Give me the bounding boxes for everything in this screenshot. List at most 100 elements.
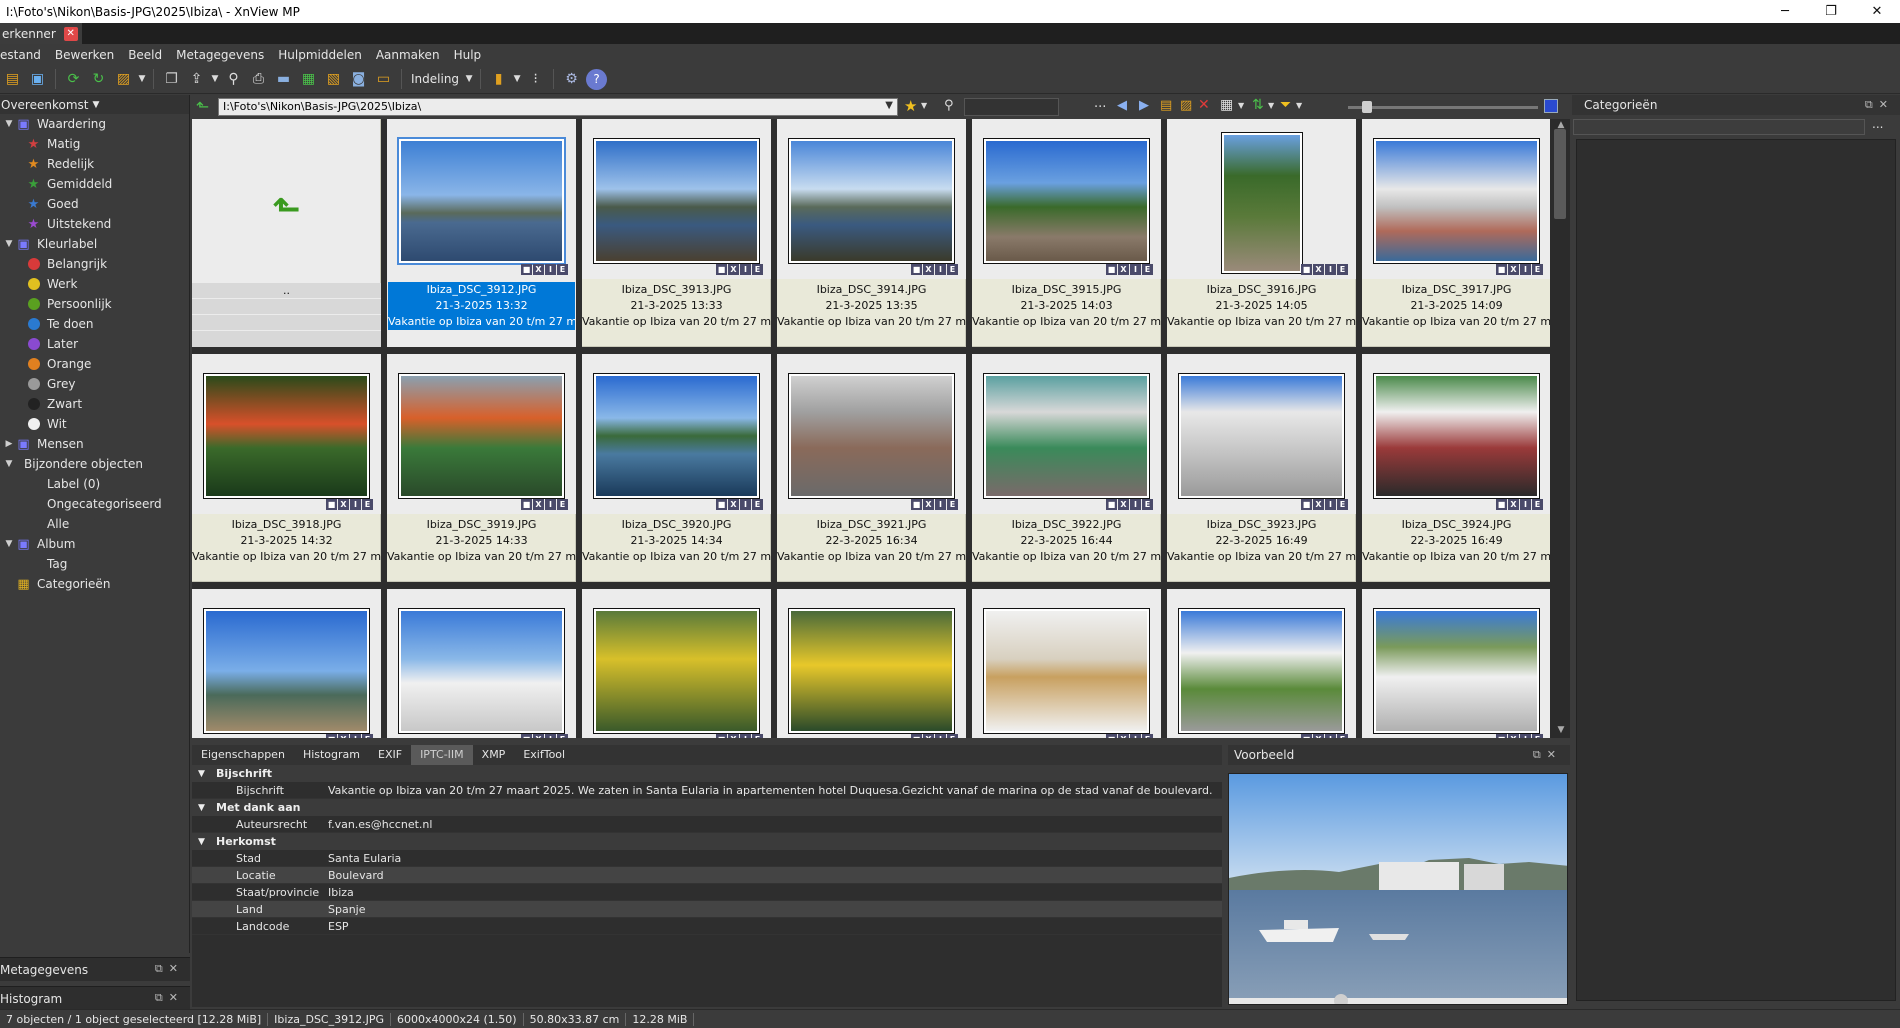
folder-icon[interactable]: ▤ bbox=[2, 69, 23, 90]
up-folder-icon[interactable]: ⬑ bbox=[196, 97, 209, 116]
thumbnail-item[interactable]: ■ X I E Ibiza_DSC_3914.JPG 21-3-2025 13:35 Vak… bbox=[777, 119, 966, 347]
thumbnail-item[interactable]: ■XIE bbox=[1167, 589, 1356, 738]
view-mode-icon[interactable]: ▦ bbox=[1220, 97, 1233, 113]
more-button[interactable]: ... bbox=[1094, 96, 1106, 111]
thumbnail-item[interactable]: ■XIE bbox=[387, 589, 576, 738]
thumbnail-item[interactable]: ■ X I E Ibiza_DSC_3913.JPG 21-3-2025 13:33 Vak… bbox=[582, 119, 771, 347]
tree-item[interactable]: Belangrijk bbox=[0, 254, 189, 274]
category-filter-input[interactable] bbox=[1573, 119, 1865, 135]
thumbnail-item[interactable]: ■ X I E Ibiza_DSC_3915.JPG 21-3-2025 14:03 Vak… bbox=[972, 119, 1161, 347]
filter-funnel-icon[interactable]: ⏷ bbox=[1280, 97, 1291, 113]
forward-icon[interactable]: ▶ bbox=[1139, 98, 1149, 113]
chevron-down-icon[interactable]: ▼ bbox=[198, 837, 216, 847]
slider-handle[interactable] bbox=[1362, 101, 1372, 113]
thumbnail-item[interactable]: ■XIE bbox=[1362, 589, 1550, 738]
menu-file[interactable]: estand bbox=[0, 48, 48, 62]
iptc-row[interactable]: Landcode ESP bbox=[192, 918, 1222, 935]
tab-properties[interactable]: Eigenschappen bbox=[192, 745, 294, 765]
chevron-down-icon[interactable]: ▼ bbox=[136, 69, 148, 90]
search-icon[interactable]: ⚲ bbox=[944, 98, 954, 113]
folder-icon[interactable]: ▤ bbox=[1160, 98, 1172, 113]
scroll-down-icon[interactable]: ▼ bbox=[1555, 725, 1567, 735]
menu-help[interactable]: Hulp bbox=[447, 48, 489, 62]
chevron-down-icon[interactable]: ▼ bbox=[463, 69, 475, 90]
tree-item[interactable]: Zwart bbox=[0, 394, 189, 414]
bookmark-icon[interactable]: ▮ bbox=[488, 69, 509, 90]
path-input[interactable]: I:\Foto's\Nikon\Basis-JPG\2025\Ibiza\ ▼ bbox=[218, 98, 898, 116]
thumbnail-item[interactable]: ■ X I E Ibiza_DSC_3924.JPG 22-3-2025 16:49 Vak… bbox=[1362, 354, 1550, 582]
tree-item[interactable]: ▦ Categorieën bbox=[0, 574, 189, 594]
iptc-section[interactable]: ▼ Met dank aan bbox=[192, 799, 1222, 816]
tab-exif[interactable]: EXIF bbox=[369, 745, 411, 765]
tab-iptc[interactable]: IPTC-IIM bbox=[411, 745, 473, 765]
thumbnail-item[interactable]: ■ X I E Ibiza_DSC_3920.JPG 21-3-2025 14:34 Vak… bbox=[582, 354, 771, 582]
dock-tools-icon[interactable]: ⧉✕ bbox=[155, 991, 184, 1005]
thumbnail-item[interactable]: ■ X I E Ibiza_DSC_3918.JPG 21-3-2025 14:32 Vak… bbox=[192, 354, 381, 582]
help-icon[interactable]: ? bbox=[586, 68, 608, 90]
move-icon[interactable]: ⇪ bbox=[186, 69, 207, 90]
close-window-button[interactable]: ✕ bbox=[1854, 0, 1900, 23]
tab-xmp[interactable]: XMP bbox=[473, 745, 515, 765]
copy-icon[interactable]: ❐ bbox=[161, 69, 182, 90]
scrollbar-thumb[interactable] bbox=[1554, 129, 1566, 219]
slideshow-icon[interactable]: ▭ bbox=[373, 69, 394, 90]
rotate-icon[interactable]: ↻ bbox=[88, 69, 109, 90]
tree-item[interactable]: Grey bbox=[0, 374, 189, 394]
tree-item[interactable]: Te doen bbox=[0, 314, 189, 334]
tab-close-icon[interactable]: ✕ bbox=[63, 26, 78, 41]
category-menu-button[interactable]: ... bbox=[1872, 117, 1883, 131]
panels-icon[interactable]: ⁝ bbox=[525, 69, 546, 90]
chevron-down-icon[interactable]: ▼ bbox=[921, 101, 927, 110]
capture-icon[interactable]: ◙ bbox=[348, 69, 369, 90]
chevron-down-icon[interactable]: ▼ bbox=[2, 539, 16, 549]
thumbnail-item[interactable]: ■ X I E Ibiza_DSC_3923.JPG 22-3-2025 16:49 Vak… bbox=[1167, 354, 1356, 582]
tree-item[interactable]: ★ Matig bbox=[0, 134, 189, 154]
scan-icon[interactable]: ▬ bbox=[273, 69, 294, 90]
batch-icon[interactable]: ▧ bbox=[323, 69, 344, 90]
chevron-down-icon[interactable]: ▼ bbox=[198, 769, 216, 779]
tree-item[interactable]: ▼ ▣ Waardering bbox=[0, 114, 189, 134]
menu-metadata[interactable]: Metagegevens bbox=[169, 48, 271, 62]
thumbnail-size-slider[interactable] bbox=[1348, 106, 1538, 109]
filter-input[interactable] bbox=[964, 98, 1059, 116]
search-binoculars-icon[interactable]: ⚲ bbox=[223, 69, 244, 90]
menu-tools[interactable]: Hulpmiddelen bbox=[271, 48, 369, 62]
thumbnail-item[interactable]: ■XIE bbox=[192, 589, 381, 738]
dock-tools-icon[interactable]: ⧉✕ bbox=[155, 962, 184, 976]
tree-item[interactable]: ▼ Bijzondere objecten bbox=[0, 454, 189, 474]
chevron-down-icon[interactable]: ▼ bbox=[885, 100, 893, 111]
chevron-down-icon[interactable]: ▼ bbox=[2, 119, 16, 129]
iptc-section[interactable]: ▼ Herkomst bbox=[192, 833, 1222, 850]
tree-item[interactable]: ▶ ▣ Mensen bbox=[0, 434, 189, 454]
parent-folder-item[interactable]: ⬑ .. bbox=[192, 119, 381, 347]
dock-tools-icon[interactable]: ⧉✕ bbox=[1865, 98, 1894, 112]
tree-item[interactable]: ★ Goed bbox=[0, 194, 189, 214]
match-dropdown[interactable]: Overeenkomst ▼ bbox=[0, 95, 189, 114]
iptc-row[interactable]: Bijschrift Vakantie op Ibiza van 20 t/m 2… bbox=[192, 782, 1222, 799]
thumbnail-item[interactable]: ■ X I E Ibiza_DSC_3921.JPG 22-3-2025 16:34 Vak… bbox=[777, 354, 966, 582]
tree-item[interactable]: Tag bbox=[0, 554, 189, 574]
chevron-right-icon[interactable]: ▶ bbox=[2, 439, 16, 449]
tree-item[interactable]: ▼ ▣ Kleurlabel bbox=[0, 234, 189, 254]
fullscreen-icon[interactable]: ▣ bbox=[27, 69, 48, 90]
thumbnail-item[interactable]: ■ X I E Ibiza_DSC_3919.JPG 21-3-2025 14:33 Vak… bbox=[387, 354, 576, 582]
tree-item[interactable]: ★ Gemiddeld bbox=[0, 174, 189, 194]
thumbnail-item[interactable]: ■ X I E Ibiza_DSC_3912.JPG 21-3-2025 13:32 Vak… bbox=[387, 119, 576, 347]
thumbnail-item[interactable]: ■XIE bbox=[972, 589, 1161, 738]
tree-item[interactable]: Wit bbox=[0, 414, 189, 434]
iptc-row[interactable]: Land Spanje bbox=[192, 901, 1222, 918]
back-icon[interactable]: ◀ bbox=[1117, 98, 1127, 113]
chevron-down-icon[interactable]: ▼ bbox=[1268, 101, 1274, 110]
tree-item[interactable]: Werk bbox=[0, 274, 189, 294]
panel-toggle-icon[interactable] bbox=[1544, 99, 1558, 113]
chevron-down-icon[interactable]: ▼ bbox=[2, 459, 16, 469]
layout-label[interactable]: Indeling bbox=[407, 72, 463, 86]
tab-exiftool[interactable]: ExifTool bbox=[514, 745, 574, 765]
maximize-button[interactable]: ❐ bbox=[1808, 0, 1854, 23]
sort-icon[interactable]: ⇅ bbox=[1252, 97, 1264, 113]
thumbnail-item[interactable]: ■ X I E Ibiza_DSC_3922.JPG 22-3-2025 16:44 Vak… bbox=[972, 354, 1161, 582]
minimize-button[interactable]: ─ bbox=[1762, 0, 1808, 23]
tree-item[interactable]: ▼ ▣ Album bbox=[0, 534, 189, 554]
chevron-down-icon[interactable]: ▼ bbox=[1238, 101, 1244, 110]
chevron-down-icon[interactable]: ▼ bbox=[198, 803, 216, 813]
